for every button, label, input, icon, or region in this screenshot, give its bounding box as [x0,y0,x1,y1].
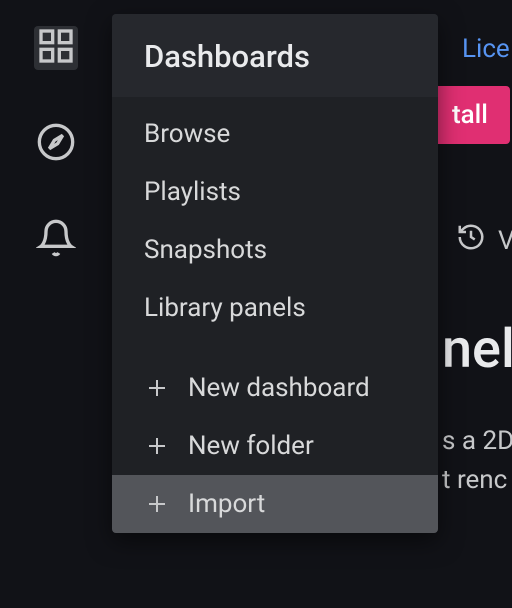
flyout-link-library-panels[interactable]: Library panels [112,279,438,337]
page-heading-fragment: nel [442,318,512,381]
flyout-link-snapshots[interactable]: Snapshots [112,221,438,279]
plus-icon [144,375,170,401]
nav-dashboards[interactable] [34,26,78,70]
version-history-text: V [498,226,512,256]
action-label: New dashboard [188,373,370,403]
flyout-link-playlists[interactable]: Playlists [112,163,438,221]
dashboards-flyout: Dashboards Browse Playlists Snapshots Li… [112,14,438,533]
flyout-title[interactable]: Dashboards [112,14,438,97]
flyout-separator [112,341,438,359]
compass-icon [36,122,76,166]
nav-sidebar [0,0,112,608]
nav-explore[interactable] [34,122,78,166]
nav-alerting[interactable] [34,218,78,262]
plus-icon [144,491,170,517]
flyout-link-browse[interactable]: Browse [112,105,438,163]
action-label: Import [188,489,265,519]
flyout-action-new-folder[interactable]: New folder [112,417,438,475]
page-description-fragment: s a 2D t renc [442,422,512,500]
dashboards-icon [36,26,76,70]
history-icon [456,222,486,259]
install-button[interactable]: tall [430,86,510,144]
plus-icon [144,433,170,459]
flyout-action-new-dashboard[interactable]: New dashboard [112,359,438,417]
flyout-action-import[interactable]: Import [112,475,438,533]
action-label: New folder [188,431,314,461]
version-history[interactable]: V [456,222,512,259]
licenses-link[interactable]: Lice [462,34,510,64]
bell-icon [36,218,76,262]
